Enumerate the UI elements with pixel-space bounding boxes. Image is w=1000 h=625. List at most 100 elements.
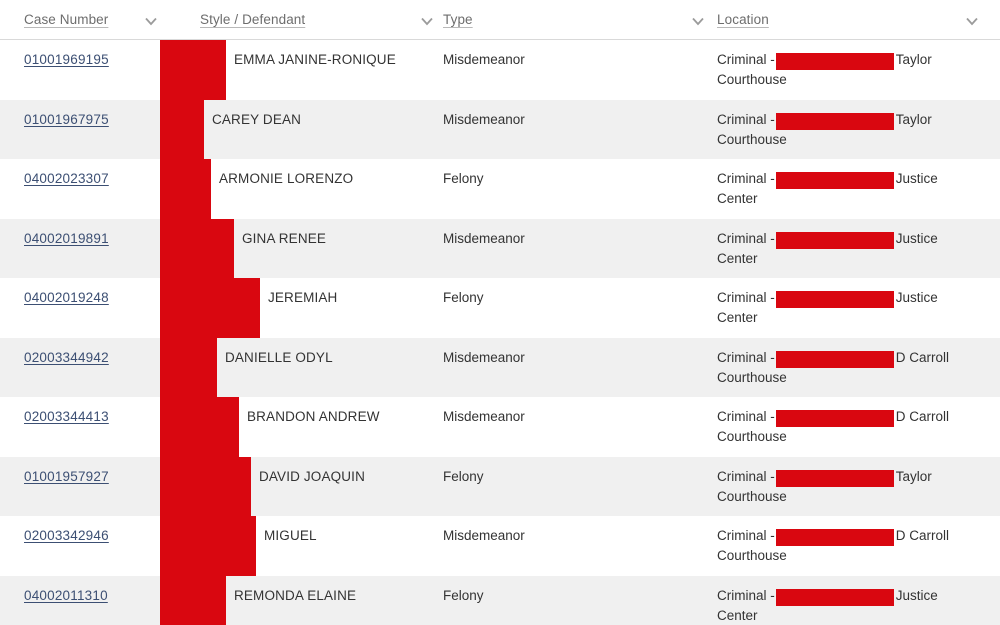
case-type-value: Misdemeanor [443, 409, 525, 424]
case-number-link[interactable]: 04002011310 [24, 588, 108, 603]
redaction-block-location [775, 350, 894, 368]
cell-style-defendant: DANIELLE ODYL [225, 348, 455, 368]
cell-location: Criminal - Justice Center [717, 586, 992, 625]
case-type-value: Felony [443, 468, 484, 484]
redaction-block-style [160, 159, 211, 219]
table-row[interactable]: 02003344942 DANIELLE ODYL Misdemeanor Crimi… [0, 337, 1000, 397]
table-row[interactable]: 01001969195 EMMA JANINE-RONIQUE Misdemeano… [0, 40, 1000, 100]
cell-case-number: 02003344942 [24, 348, 109, 368]
cell-type: Felony [443, 467, 683, 487]
cell-case-number: 01001969195 [24, 50, 109, 70]
case-number-link[interactable]: 01001967975 [24, 112, 109, 127]
table-row[interactable]: 04002019248 JEREMIAH Felony Criminal - Justi… [0, 278, 1000, 338]
redaction-block-style [160, 456, 251, 516]
table-row[interactable]: 04002023307 ARMONIE LORENZO Felony Criminal… [0, 159, 1000, 219]
redaction-block-style [160, 575, 226, 625]
case-number-link[interactable]: 01001957927 [24, 469, 109, 484]
location-suffix: Justice [895, 230, 938, 246]
cell-location: Criminal - Taylor Courthouse [717, 467, 992, 507]
case-type-value: Misdemeanor [443, 111, 525, 127]
case-number-link[interactable]: 02003344413 [24, 409, 109, 424]
case-number-link[interactable]: 01001969195 [24, 52, 109, 67]
location-line-1: Criminal - D Carroll [717, 407, 992, 428]
redaction-block-style [160, 397, 239, 457]
column-header-type[interactable]: Type [443, 12, 473, 32]
location-line-2: Center [717, 191, 758, 206]
table-row[interactable]: 01001967975 CAREY DEAN Misdemeanor Criminal… [0, 99, 1000, 159]
column-header-location[interactable]: Location [717, 12, 769, 32]
table-row[interactable]: 02003342946 MIGUEL Misdemeanor Criminal - D … [0, 516, 1000, 576]
table-row[interactable]: 02003344413 BRANDON ANDREW Misdemeanor Crim… [0, 397, 1000, 457]
cell-type: Misdemeanor [443, 50, 683, 70]
cell-style-defendant: REMONDA ELAINE [234, 586, 464, 606]
table-row[interactable]: 01001957927 DAVID JOAQUIN Felony Criminal -… [0, 456, 1000, 516]
cell-style-defendant: EMMA JANINE-RONIQUE [234, 50, 464, 70]
cell-type: Misdemeanor [443, 407, 683, 427]
location-line-2: Center [717, 607, 758, 623]
redaction-block-location [775, 469, 894, 487]
column-header-case-number[interactable]: Case Number [24, 12, 108, 32]
location-line-1: Criminal - Justice [717, 169, 992, 190]
location-suffix: Taylor [895, 52, 932, 67]
cell-type: Felony [443, 169, 683, 189]
location-line-2: Courthouse [717, 72, 787, 87]
location-line-1: Criminal - Taylor [717, 110, 992, 130]
redaction-block-location [775, 588, 894, 606]
location-suffix: D Carroll [895, 409, 950, 424]
location-suffix: Justice [895, 290, 938, 305]
location-line-2: Center [717, 310, 758, 325]
location-prefix: Criminal - [717, 349, 775, 365]
chevron-down-icon[interactable] [143, 13, 159, 29]
case-number-link[interactable]: 04002019891 [24, 231, 109, 246]
cell-type: Misdemeanor [443, 110, 683, 130]
location-prefix: Criminal - [717, 409, 775, 424]
cell-location: Criminal - Justice Center [717, 288, 992, 328]
column-header-style-defendant[interactable]: Style / Defendant [200, 12, 305, 32]
case-number-link[interactable]: 02003344942 [24, 350, 109, 365]
defendant-name: MIGUEL [264, 528, 317, 543]
location-suffix: Taylor [895, 468, 932, 484]
cell-case-number: 04002019891 [24, 229, 109, 249]
table-header-row: Case Number Style / Defendant Type Locat… [0, 0, 1000, 40]
redaction-block-style [160, 40, 226, 100]
defendant-name: EMMA JANINE-RONIQUE [234, 52, 396, 67]
case-type-value: Misdemeanor [443, 52, 525, 67]
cell-case-number: 02003342946 [24, 526, 109, 546]
chevron-down-icon[interactable] [964, 13, 980, 29]
cell-location: Criminal - D Carroll Courthouse [717, 348, 992, 388]
cell-location: Criminal - Taylor Courthouse [717, 50, 992, 90]
case-number-link[interactable]: 02003342946 [24, 528, 109, 543]
cell-style-defendant: ARMONIE LORENZO [219, 169, 449, 189]
location-prefix: Criminal - [717, 111, 775, 127]
defendant-name: REMONDA ELAINE [234, 587, 357, 603]
case-number-link[interactable]: 04002023307 [24, 171, 109, 186]
defendant-name: CAREY DEAN [212, 111, 302, 127]
location-suffix: D Carroll [895, 528, 950, 543]
case-results-table: Case Number Style / Defendant Type Locat… [0, 0, 1000, 625]
cell-type: Felony [443, 586, 683, 606]
cell-case-number: 04002011310 [24, 586, 108, 606]
cell-style-defendant: GINA RENEE [242, 229, 472, 249]
location-prefix: Criminal - [717, 468, 775, 484]
cell-type: Felony [443, 288, 683, 308]
chevron-down-icon[interactable] [419, 13, 435, 29]
cell-location: Criminal - Justice Center [717, 229, 992, 269]
cell-location: Criminal - D Carroll Courthouse [717, 526, 992, 566]
column-header-location-label: Location [717, 12, 769, 27]
case-number-link[interactable]: 04002019248 [24, 290, 109, 305]
case-type-value: Felony [443, 171, 484, 186]
defendant-name: GINA RENEE [242, 230, 327, 246]
location-prefix: Criminal - [717, 528, 775, 543]
location-line-2: Courthouse [717, 548, 787, 563]
chevron-down-icon[interactable] [690, 13, 706, 29]
cell-location: Criminal - Justice Center [717, 169, 992, 209]
cell-type: Misdemeanor [443, 526, 683, 546]
table-row[interactable]: 04002011310 REMONDA ELAINE Felony Criminal … [0, 575, 1000, 625]
redaction-block-location [775, 53, 894, 71]
location-line-1: Criminal - Justice [717, 229, 992, 249]
location-prefix: Criminal - [717, 290, 775, 305]
table-row[interactable]: 04002019891 GINA RENEE Misdemeanor Criminal… [0, 218, 1000, 278]
cell-type: Misdemeanor [443, 229, 683, 249]
redaction-block-location [775, 529, 894, 547]
location-prefix: Criminal - [717, 52, 775, 67]
